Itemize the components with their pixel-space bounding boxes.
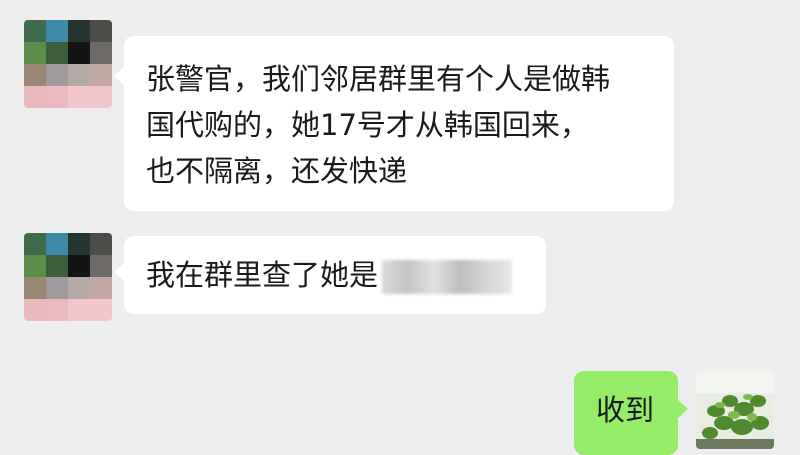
avatar-pixel	[24, 233, 46, 255]
avatar-pixel	[90, 86, 112, 108]
avatar-pixel	[68, 299, 90, 321]
avatar-pixel	[46, 233, 68, 255]
avatar-pixel	[46, 277, 68, 299]
avatar-pixel	[46, 64, 68, 86]
avatar-pixel	[90, 233, 112, 255]
message-line: 也不隔离，还发快递	[146, 154, 408, 188]
avatar-pixel	[68, 64, 90, 86]
avatar-pixel	[90, 42, 112, 64]
avatar-pixel	[46, 42, 68, 64]
avatar-pixel	[90, 64, 112, 86]
message-line: 国代购的，她17号才从韩国回来，	[146, 108, 589, 142]
avatar-pixel	[24, 64, 46, 86]
bubble-tail	[677, 399, 688, 419]
contact-avatar[interactable]	[24, 233, 112, 321]
avatar-pixel	[24, 42, 46, 64]
avatar-pixel	[90, 299, 112, 321]
message-line: 张警官，我们邻居群里有个人是做韩	[146, 62, 611, 96]
avatar-pixel	[46, 255, 68, 277]
avatar-pixel	[24, 20, 46, 42]
avatar-pixel	[68, 277, 90, 299]
incoming-message-bubble[interactable]: 我在群里查了她是	[114, 236, 546, 314]
bubble-tail	[114, 262, 125, 282]
avatar-pixel	[46, 86, 68, 108]
avatar-pixel	[24, 277, 46, 299]
contact-avatar[interactable]	[24, 20, 112, 108]
avatar-pixel	[24, 299, 46, 321]
self-avatar-image	[696, 371, 774, 449]
avatar-pixel	[24, 86, 46, 108]
redacted-text-blur	[382, 260, 513, 294]
avatar-pixel	[90, 255, 112, 277]
avatar-pixel	[68, 233, 90, 255]
message-line: 我在群里查了她是	[146, 252, 522, 298]
avatar-pixel	[68, 86, 90, 108]
incoming-message-bubble[interactable]: 张警官，我们邻居群里有个人是做韩 国代购的，她17号才从韩国回来， 也不隔离，还…	[114, 36, 674, 211]
avatar-pixel	[46, 299, 68, 321]
avatar-pixel	[68, 20, 90, 42]
avatar-pixel	[68, 42, 90, 64]
plant-photo-icon[interactable]	[696, 371, 774, 449]
bubble-tail	[114, 66, 125, 86]
avatar-pixel	[46, 20, 68, 42]
message-text: 收到	[596, 393, 655, 427]
avatar-pixel	[90, 20, 112, 42]
avatar-pixel	[24, 255, 46, 277]
avatar-pixel	[68, 255, 90, 277]
message-text: 我在群里查了她是	[146, 258, 379, 292]
avatar-pixel	[90, 277, 112, 299]
outgoing-message-bubble[interactable]: 收到	[574, 371, 688, 455]
